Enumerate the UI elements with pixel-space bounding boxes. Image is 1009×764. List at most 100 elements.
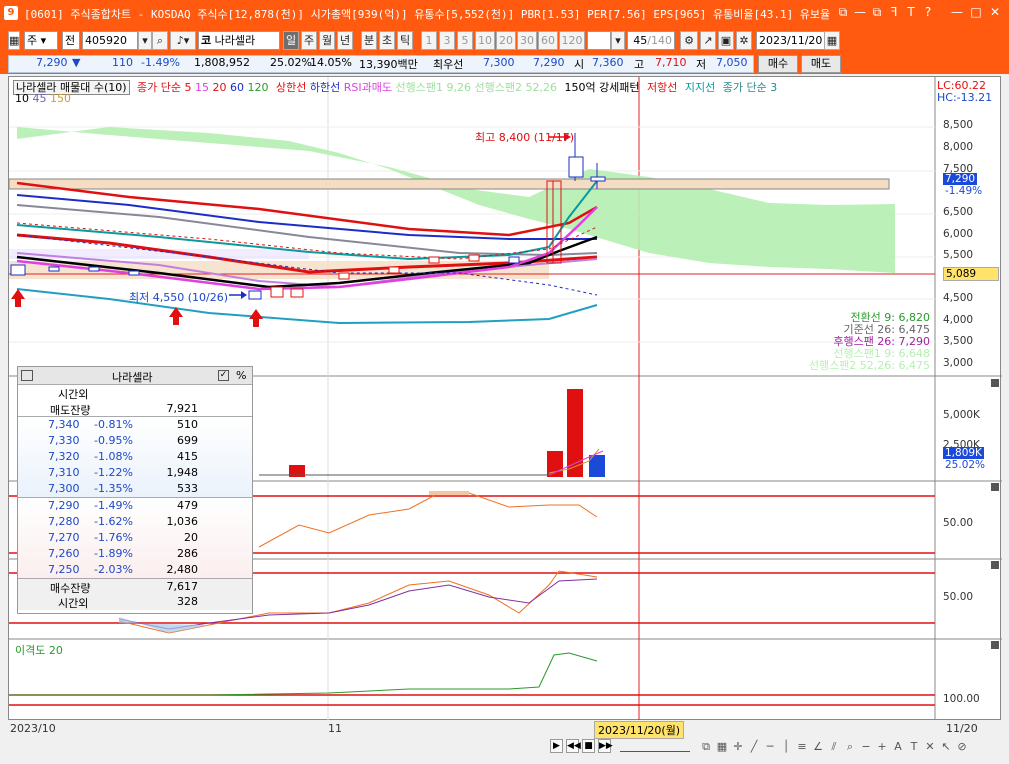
bid-row[interactable]: 7,280 -1.62% 1,036 bbox=[18, 514, 252, 530]
hline-icon[interactable]: ─ bbox=[764, 740, 776, 754]
close-panel-icon[interactable] bbox=[991, 641, 999, 649]
sell-button[interactable]: 매도 bbox=[801, 55, 841, 73]
legend-ma15[interactable]: 15 bbox=[195, 81, 209, 94]
vline-icon[interactable]: │ bbox=[780, 740, 792, 754]
interval-20-button[interactable]: 20 bbox=[496, 31, 516, 50]
ask-row[interactable]: 7,320 -1.08% 415 bbox=[18, 449, 252, 465]
text-icon[interactable]: T bbox=[908, 740, 920, 754]
text-icon[interactable]: A bbox=[892, 740, 904, 754]
legend-upper[interactable]: 상한선 bbox=[276, 81, 306, 94]
legend-span1[interactable]: 선행스팬1 9,26 bbox=[396, 81, 471, 94]
bid-row[interactable]: 7,260 -1.89% 286 bbox=[18, 546, 252, 562]
maximize-button[interactable]: □ bbox=[968, 4, 984, 20]
legend-ma120[interactable]: 120 bbox=[248, 81, 269, 94]
legend-ma5[interactable]: 종가 단순 5 bbox=[137, 81, 191, 94]
orderbook-header[interactable]: 나라셀라 ✓ % bbox=[18, 367, 252, 385]
bid-row[interactable]: 7,290 -1.49% 479 bbox=[18, 498, 252, 514]
close-panel-icon[interactable] bbox=[991, 379, 999, 387]
fibo-icon[interactable]: ≡ bbox=[796, 740, 808, 754]
calendar-icon[interactable]: ▦ bbox=[824, 31, 840, 50]
minimize-button[interactable]: — bbox=[949, 4, 965, 20]
channel-icon[interactable]: ⫽ bbox=[828, 740, 840, 754]
legend-rsi[interactable]: RSI과매도 bbox=[344, 81, 392, 94]
ask-row[interactable]: 7,300 -1.35% 533 bbox=[18, 481, 252, 497]
percent-checkbox[interactable]: ✓ bbox=[218, 370, 229, 381]
indicator-icon[interactable]: ⚙ bbox=[680, 31, 698, 50]
legend-span2[interactable]: 선행스팬2 52,26 bbox=[474, 81, 556, 94]
legend-10[interactable]: 10 bbox=[15, 92, 29, 105]
grid-icon[interactable]: ▦ bbox=[8, 31, 20, 50]
legend-ma20[interactable]: 20 bbox=[213, 81, 227, 94]
legend-150[interactable]: 150 bbox=[50, 92, 71, 105]
buy-button[interactable]: 매수 bbox=[758, 55, 798, 73]
period-minute-button[interactable]: 분 bbox=[361, 31, 377, 50]
interval-3-button[interactable]: 3 bbox=[439, 31, 455, 50]
period-year-button[interactable]: 년 bbox=[337, 31, 353, 50]
legend-45[interactable]: 45 bbox=[33, 92, 47, 105]
cursor-icon[interactable]: ↖ bbox=[940, 740, 952, 754]
close-button[interactable]: ✕ bbox=[987, 4, 1003, 20]
bid-row[interactable]: 7,250 -2.03% 2,480 bbox=[18, 562, 252, 578]
interval-10-button[interactable]: 10 bbox=[475, 31, 495, 50]
period-tick-button[interactable]: 틱 bbox=[397, 31, 413, 50]
stock-code-input[interactable]: 405920 bbox=[82, 31, 138, 50]
legend-lower[interactable]: 하한선 bbox=[310, 81, 340, 94]
app-icon[interactable]: 9 bbox=[4, 6, 18, 20]
link-icon[interactable]: ⧉ bbox=[836, 4, 850, 20]
copy-icon[interactable]: ⧉ bbox=[700, 740, 712, 754]
code-dropdown-icon[interactable]: ▾ bbox=[138, 31, 152, 50]
legend-resistance[interactable]: 저항선 bbox=[647, 81, 677, 94]
legend-ma60[interactable]: 60 bbox=[230, 81, 244, 94]
zoom-slider[interactable] bbox=[620, 742, 690, 752]
orderbook-popup[interactable]: 나라셀라 ✓ % 시간외 매도잔량 7,921 7,340 -0.81% 510 7,… bbox=[17, 366, 253, 614]
minimize-panel-icon[interactable]: — bbox=[853, 4, 867, 20]
ask-row[interactable]: 7,340 -0.81% 510 bbox=[18, 417, 252, 433]
orderbook-icon[interactable] bbox=[21, 370, 33, 381]
copy-window-icon[interactable]: ⧉ bbox=[870, 4, 884, 20]
help-icon[interactable]: ? bbox=[921, 4, 935, 20]
bar-count-field[interactable]: 45/140 bbox=[627, 31, 675, 50]
interval-30-button[interactable]: 30 bbox=[517, 31, 537, 50]
stock-name-field[interactable]: 코 나라셀라 bbox=[198, 31, 280, 50]
font-icon[interactable]: T bbox=[904, 4, 918, 20]
search-icon[interactable]: ⌕ bbox=[152, 31, 168, 50]
market-select[interactable]: 전 bbox=[62, 31, 80, 50]
interval-5-button[interactable]: 5 bbox=[457, 31, 473, 50]
ruler-icon[interactable]: ⊘ bbox=[956, 740, 968, 754]
pin-icon[interactable]: ꟻ bbox=[887, 4, 901, 20]
draw-tool-icon[interactable]: ↗ bbox=[700, 31, 716, 50]
date-field[interactable]: 2023/11/20 bbox=[756, 31, 826, 50]
forward-icon[interactable]: ▶▶ bbox=[598, 739, 613, 753]
settings-icon[interactable]: ✲ bbox=[736, 31, 752, 50]
play-icon[interactable]: ▶ bbox=[550, 739, 563, 753]
rewind-icon[interactable]: ◀◀ bbox=[566, 739, 581, 753]
legend-pattern[interactable]: 150억 강세패턴 bbox=[564, 81, 639, 94]
period-day-button[interactable]: 일 bbox=[283, 31, 299, 50]
period-month-button[interactable]: 월 bbox=[319, 31, 335, 50]
interval-dropdown-icon[interactable]: ▾ bbox=[611, 31, 625, 50]
speaker-icon[interactable]: ♪▾ bbox=[170, 31, 196, 50]
zoom-icon[interactable]: ⌕ bbox=[844, 740, 856, 754]
ask-row[interactable]: 7,330 -0.95% 699 bbox=[18, 433, 252, 449]
bid-row[interactable]: 7,270 -1.76% 20 bbox=[18, 530, 252, 546]
legend-support[interactable]: 지지선 bbox=[685, 81, 715, 94]
stop-icon[interactable]: ■ bbox=[582, 739, 595, 753]
minus-icon[interactable]: − bbox=[860, 740, 872, 754]
interval-custom-input[interactable] bbox=[587, 31, 611, 50]
trendline-icon[interactable]: ╱ bbox=[748, 740, 760, 754]
interval-1-button[interactable]: 1 bbox=[421, 31, 437, 50]
delete-icon[interactable]: ✕ bbox=[924, 740, 936, 754]
chart-type-select[interactable]: 주 ▾ bbox=[24, 31, 58, 50]
angle-icon[interactable]: ∠ bbox=[812, 740, 824, 754]
grid-icon[interactable]: ▦ bbox=[716, 740, 728, 754]
interval-120-button[interactable]: 120 bbox=[559, 31, 585, 50]
crosshair-icon[interactable]: ✛ bbox=[732, 740, 744, 754]
legend-ma3[interactable]: 종가 단순 3 bbox=[723, 81, 777, 94]
close-panel-icon[interactable] bbox=[991, 561, 999, 569]
save-icon[interactable]: ▣ bbox=[718, 31, 734, 50]
interval-60-button[interactable]: 60 bbox=[538, 31, 558, 50]
period-second-button[interactable]: 초 bbox=[379, 31, 395, 50]
plus-icon[interactable]: + bbox=[876, 740, 888, 754]
period-week-button[interactable]: 주 bbox=[301, 31, 317, 50]
ask-row[interactable]: 7,310 -1.22% 1,948 bbox=[18, 465, 252, 481]
